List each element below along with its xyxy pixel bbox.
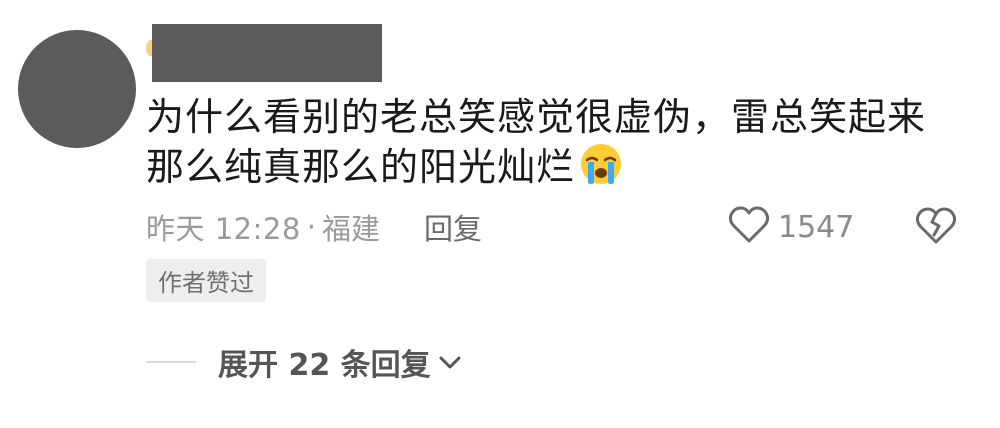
reply-button[interactable]: 回复 xyxy=(424,206,482,248)
username-redacted xyxy=(152,24,382,82)
comment-text-line2: 那么纯真那么的阳光灿烂 xyxy=(146,142,946,198)
expand-replies-row: 展开 22 条回复 xyxy=(146,340,463,384)
comment-card: 为什么看别的老总笑感觉很虚伪，雷总笑起来 那么纯真那么的阳光灿烂 昨天 12:2… xyxy=(0,0,1000,428)
expand-replies-label: 展开 22 条回复 xyxy=(218,348,431,383)
comment-text-line2-text: 那么纯真那么的阳光灿烂 xyxy=(146,145,576,189)
crying-face-icon xyxy=(579,142,623,198)
avatar[interactable] xyxy=(18,30,136,148)
expand-replies-button[interactable]: 展开 22 条回复 xyxy=(218,340,463,384)
like-count: 1547 xyxy=(778,209,855,245)
divider-line xyxy=(146,361,196,363)
comment-meta: 昨天 12:28 · 福建 回复 xyxy=(146,205,482,249)
author-liked-badge: 作者赞过 xyxy=(146,259,266,302)
heart-icon xyxy=(728,206,770,248)
like-button[interactable]: 1547 xyxy=(728,205,854,249)
dislike-button[interactable] xyxy=(915,207,957,249)
comment-timestamp: 昨天 12:28 xyxy=(146,212,301,246)
comment-text-line1: 为什么看别的老总笑感觉很虚伪，雷总笑起来 xyxy=(146,95,927,139)
broken-heart-icon xyxy=(915,207,957,249)
chevron-down-icon xyxy=(431,345,463,380)
comment-location: 福建 xyxy=(322,212,381,246)
meta-separator: · xyxy=(306,210,317,244)
comment-body: 为什么看别的老总笑感觉很虚伪，雷总笑起来 那么纯真那么的阳光灿烂 xyxy=(146,92,946,198)
